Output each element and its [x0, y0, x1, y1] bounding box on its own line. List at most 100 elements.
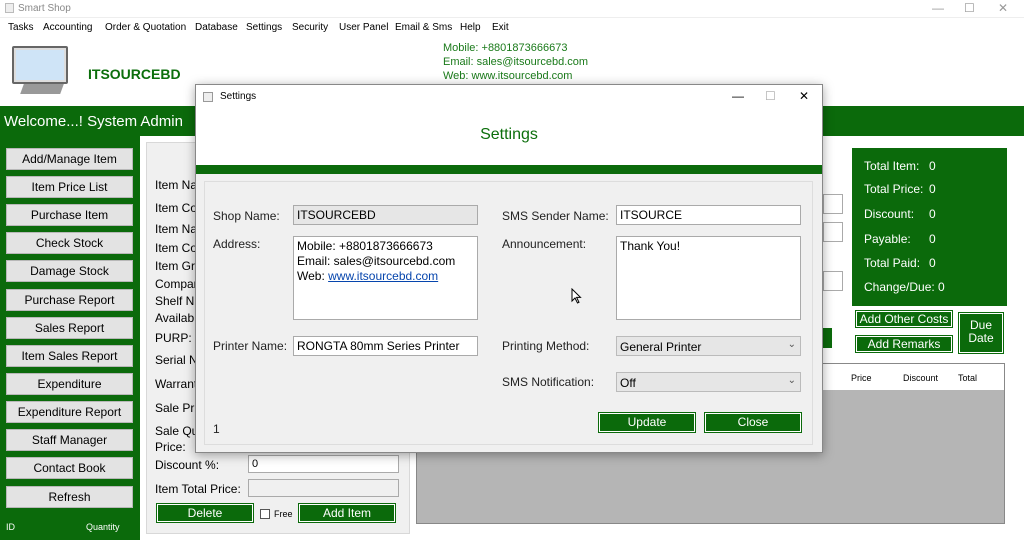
minimize-button[interactable]: — [932, 1, 944, 15]
settings-form: Shop Name: ITSOURCEBD Address: Mobile: +… [204, 181, 813, 445]
sms-notification-label: SMS Notification: [502, 375, 595, 389]
printer-name-input[interactable]: RONGTA 80mm Series Printer [293, 336, 478, 356]
form-label: Item Na [155, 178, 198, 192]
dialog-minimize-button[interactable]: — [732, 89, 744, 103]
sms-sender-label: SMS Sender Name: [502, 209, 609, 223]
sms-notification-select[interactable]: Off ⌄ [616, 372, 801, 392]
menu-order-quotation[interactable]: Order & Quotation [105, 22, 186, 33]
brand-mobile: Mobile: +8801873666673 [443, 42, 568, 54]
col-price[interactable]: Price [851, 373, 872, 383]
item-total-label: Item Total Price: [155, 482, 241, 496]
footer-number: 1 [213, 422, 220, 436]
add-item-button[interactable]: Add Item [298, 503, 396, 523]
nav-contact-book[interactable]: Contact Book [6, 457, 133, 479]
discount-summary-label: Discount: [864, 207, 915, 221]
dialog-app-icon [203, 92, 213, 102]
total-price-label: Total Price: [864, 182, 924, 196]
nav-expenditure[interactable]: Expenditure [6, 373, 133, 395]
nav-item-sales-report[interactable]: Item Sales Report [6, 345, 133, 367]
payable-value: 0 [929, 232, 936, 246]
address-web-link[interactable]: www.itsourcebd.com [328, 269, 438, 283]
total-paid-label: Total Paid: [864, 256, 921, 270]
dialog-header: Settings [196, 109, 822, 165]
nav-staff-manager[interactable]: Staff Manager [6, 429, 133, 451]
delete-button[interactable]: Delete [156, 503, 254, 523]
hidden-input-1[interactable] [823, 194, 843, 214]
maximize-button[interactable]: ☐ [964, 1, 975, 15]
total-paid-value: 0 [929, 256, 936, 270]
mouse-cursor-icon [571, 288, 582, 304]
shop-name-input[interactable]: ITSOURCEBD [293, 205, 478, 225]
form-label: Item Na [155, 222, 198, 236]
discount-label: Discount %: [155, 458, 220, 472]
menu-exit[interactable]: Exit [492, 22, 509, 33]
hidden-green-button[interactable] [823, 328, 832, 348]
payable-label: Payable: [864, 232, 911, 246]
add-other-costs-button[interactable]: Add Other Costs [855, 310, 953, 328]
form-label: Shelf N [155, 294, 195, 308]
window-titlebar: Smart Shop — ☐ ✕ [0, 0, 1024, 18]
col-discount[interactable]: Discount [903, 373, 938, 383]
address-web-prefix: Web: [297, 269, 329, 283]
sms-notification-value: Off [620, 376, 636, 390]
menu-user-panel[interactable]: User Panel [339, 22, 388, 33]
nav-add-manage-item[interactable]: Add/Manage Item [6, 148, 133, 170]
form-label: Item Gr [155, 259, 196, 273]
nav-damage-stock[interactable]: Damage Stock [6, 260, 133, 282]
menu-database[interactable]: Database [195, 22, 238, 33]
form-label: Warrant [155, 377, 198, 391]
nav-item-price-list[interactable]: Item Price List [6, 176, 133, 198]
printing-method-select[interactable]: General Printer ⌄ [616, 336, 801, 356]
discount-input[interactable]: 0 [248, 455, 399, 473]
form-label: Item Co [155, 241, 198, 255]
col-total[interactable]: Total [958, 373, 977, 383]
hidden-input-3[interactable] [823, 271, 843, 291]
announcement-textarea[interactable]: Thank You! [616, 236, 801, 320]
nav-purchase-report[interactable]: Purchase Report [6, 289, 133, 311]
menu-email-sms[interactable]: Email & Sms [395, 22, 452, 33]
due-date-button[interactable]: Due Date [958, 312, 1004, 354]
menu-tasks[interactable]: Tasks [8, 22, 34, 33]
dialog-maximize-button[interactable]: ☐ [765, 89, 776, 103]
dialog-heading: Settings [480, 126, 538, 143]
address-line-web: Web: www.itsourcebd.com [297, 269, 474, 284]
change-due-label: Change/Due: 0 [864, 280, 945, 294]
chevron-down-icon: ⌄ [787, 339, 796, 350]
dialog-close-button[interactable]: ✕ [799, 89, 809, 103]
dialog-green-bar [196, 165, 822, 174]
menu-accounting[interactable]: Accounting [43, 22, 92, 33]
settings-dialog: Settings — ☐ ✕ Settings Shop Name: ITSOU… [195, 84, 823, 453]
item-total-input[interactable] [248, 479, 399, 497]
hidden-input-2[interactable] [823, 222, 843, 242]
nav-sales-report[interactable]: Sales Report [6, 317, 133, 339]
dialog-title: Settings [220, 91, 257, 102]
left-footer-id: ID [6, 522, 15, 532]
total-price-value: 0 [929, 182, 936, 196]
dialog-titlebar: Settings — ☐ ✕ [196, 85, 822, 109]
add-remarks-button[interactable]: Add Remarks [855, 335, 953, 353]
form-label: Availab [155, 311, 195, 325]
form-label: Sale Pri [155, 401, 198, 415]
app-icon [5, 3, 14, 13]
summary-panel: Total Item: 0 Total Price: 0 Discount: 0… [852, 148, 1007, 306]
nav-refresh[interactable]: Refresh [6, 486, 133, 508]
menu-settings[interactable]: Settings [246, 22, 282, 33]
address-textarea[interactable]: Mobile: +8801873666673 Email: sales@itso… [293, 236, 478, 320]
total-item-label: Total Item: [864, 159, 920, 173]
menu-help[interactable]: Help [460, 22, 481, 33]
menu-security[interactable]: Security [292, 22, 328, 33]
nav-check-stock[interactable]: Check Stock [6, 232, 133, 254]
nav-expenditure-report[interactable]: Expenditure Report [6, 401, 133, 423]
sms-sender-input[interactable]: ITSOURCE [616, 205, 801, 225]
brand-email: Email: sales@itsourcebd.com [443, 56, 589, 68]
brand-name: ITSOURCEBD [88, 66, 181, 82]
printing-method-label: Printing Method: [502, 339, 590, 353]
printing-method-value: General Printer [620, 340, 702, 354]
form-label: Serial N [155, 353, 198, 367]
address-label: Address: [213, 237, 261, 251]
free-checkbox[interactable] [260, 509, 270, 519]
close-button[interactable]: ✕ [998, 1, 1008, 15]
dialog-close-action-button[interactable]: Close [704, 412, 802, 433]
update-button[interactable]: Update [598, 412, 696, 433]
nav-purchase-item[interactable]: Purchase Item [6, 204, 133, 226]
